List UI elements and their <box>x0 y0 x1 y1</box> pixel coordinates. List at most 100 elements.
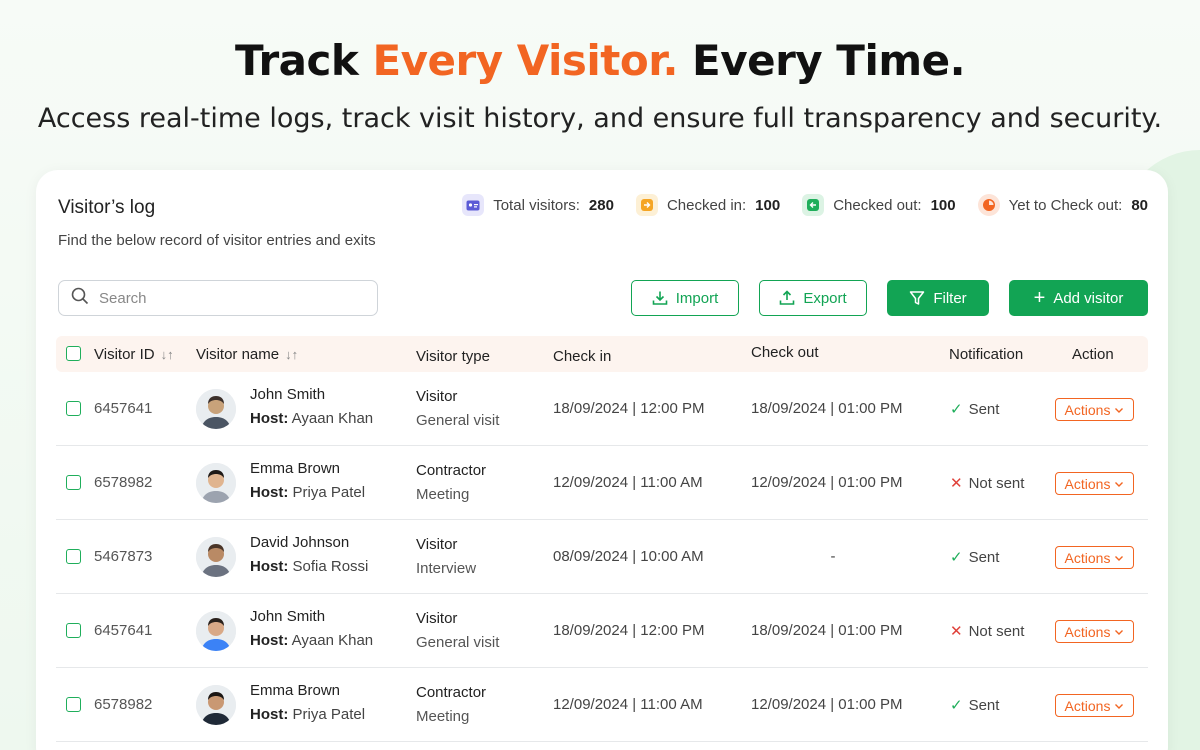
visitor-id: 6578982 <box>94 474 153 491</box>
check-out-time: 12/09/2024 | 01:00 PM <box>751 696 903 713</box>
id-card-icon <box>462 194 485 216</box>
check-out-time: 12/09/2024 | 01:00 PM <box>751 474 903 491</box>
chevron-down-icon <box>1115 407 1124 413</box>
check-out-time: 18/09/2024 | 01:00 PM <box>751 400 903 417</box>
add-visitor-button[interactable]: + Add visitor <box>1009 280 1148 316</box>
upload-icon <box>780 290 795 305</box>
filter-icon <box>910 291 925 305</box>
check-in-time: 18/09/2024 | 12:00 PM <box>553 400 705 417</box>
check-in-time: 08/09/2024 | 10:00 AM <box>553 548 704 565</box>
column-check-in: Check in <box>553 348 612 365</box>
search-input[interactable] <box>99 289 359 307</box>
plus-icon: + <box>1033 287 1046 309</box>
column-visitor-id[interactable]: Visitor ID ↓↑ <box>94 346 174 363</box>
import-button[interactable]: Import <box>631 280 739 316</box>
table-row: 6457641 John Smith Host: Ayaan Khan Visi… <box>56 594 1148 668</box>
stats-bar: Total visitors: 280 Checked in: 100 Checke… <box>462 194 1148 216</box>
check-out-time: 18/09/2024 | 01:00 PM <box>751 622 903 639</box>
check-icon: ✓ <box>950 401 963 418</box>
row-checkbox[interactable] <box>66 401 81 416</box>
chevron-down-icon <box>1115 481 1124 487</box>
check-icon: ✓ <box>950 549 963 566</box>
visit-purpose: Meeting <box>416 708 470 725</box>
notification-status: ✕ Not sent <box>950 474 1025 493</box>
avatar <box>196 537 236 577</box>
visitor-log-card: Visitor’s log Find the below record of v… <box>36 170 1168 750</box>
host-name: Host: Priya Patel <box>250 706 366 723</box>
visit-purpose: Interview <box>416 560 477 577</box>
check-in-time: 12/09/2024 | 11:00 AM <box>553 474 703 491</box>
check-out-icon <box>802 194 825 216</box>
visitor-name: David Johnson <box>250 534 350 551</box>
stat-total-visitors: Total visitors: 280 <box>462 194 614 216</box>
row-checkbox[interactable] <box>66 475 81 490</box>
search-icon <box>71 287 89 310</box>
search-box[interactable] <box>58 280 378 316</box>
chevron-down-icon <box>1115 555 1124 561</box>
table-row: 6578982 Emma Brown Host: Priya Patel Con… <box>56 446 1148 520</box>
card-subtitle: Find the below record of visitor entries… <box>58 232 376 249</box>
host-name: Host: Ayaan Khan <box>250 410 374 427</box>
host-name: Host: Sofia Rossi <box>250 558 369 575</box>
actions-dropdown[interactable]: Actions <box>1055 398 1134 421</box>
select-all-checkbox[interactable] <box>66 346 81 361</box>
pie-clock-icon <box>977 194 1000 216</box>
check-in-icon <box>635 194 658 216</box>
chevron-down-icon <box>1115 703 1124 709</box>
table-row: 6457641 John Smith Host: Ayaan Khan Visi… <box>56 372 1148 446</box>
check-in-time: 12/09/2024 | 11:00 AM <box>553 696 703 713</box>
notification-status: ✕ Not sent <box>950 622 1025 641</box>
visit-purpose: Meeting <box>416 486 470 503</box>
visitor-name: Emma Brown <box>250 682 341 699</box>
host-name: Host: Ayaan Khan <box>250 632 374 649</box>
visitor-id: 6457641 <box>94 400 153 417</box>
avatar <box>196 685 236 725</box>
actions-dropdown[interactable]: Actions <box>1055 694 1134 717</box>
host-name: Host: Priya Patel <box>250 484 366 501</box>
column-notification: Notification <box>949 346 1024 363</box>
chevron-down-icon <box>1115 629 1124 635</box>
row-checkbox[interactable] <box>66 623 81 638</box>
notification-status: ✓ Sent <box>950 696 1000 715</box>
visit-purpose: General visit <box>416 412 500 429</box>
visitor-type: Visitor <box>416 388 458 405</box>
visitor-id: 6578982 <box>94 696 153 713</box>
table-header: Visitor ID ↓↑ Visitor name ↓↑ Visitor type… <box>56 336 1148 372</box>
row-checkbox[interactable] <box>66 549 81 564</box>
avatar <box>196 463 236 503</box>
stat-checked-out: Checked out: 100 <box>802 194 956 216</box>
check-out-time: - <box>830 548 836 565</box>
sort-icon[interactable]: ↓↑ <box>285 347 298 362</box>
stat-checked-in: Checked in: 100 <box>635 194 780 216</box>
visit-purpose: General visit <box>416 634 500 651</box>
row-checkbox[interactable] <box>66 697 81 712</box>
download-icon <box>652 291 668 305</box>
hero-title: Track Every Visitor. Every Time. <box>234 36 966 85</box>
check-icon: ✓ <box>950 697 963 714</box>
actions-dropdown[interactable]: Actions <box>1055 472 1134 495</box>
avatar <box>196 389 236 429</box>
table-body: 6457641 John Smith Host: Ayaan Khan Visi… <box>56 372 1148 742</box>
cross-icon: ✕ <box>950 623 963 640</box>
column-action: Action <box>1072 346 1114 363</box>
column-check-out: Check out <box>751 344 819 361</box>
filter-button[interactable]: Filter <box>887 280 989 316</box>
sort-icon[interactable]: ↓↑ <box>161 347 174 362</box>
hero: Track Every Visitor. Every Time. Access … <box>0 36 1200 134</box>
visitor-type: Visitor <box>416 610 458 627</box>
column-visitor-type: Visitor type <box>416 348 490 365</box>
visitor-id: 6457641 <box>94 622 153 639</box>
table-row: 5467873 David Johnson Host: Sofia Rossi … <box>56 520 1148 594</box>
actions-dropdown[interactable]: Actions <box>1055 620 1134 643</box>
hero-title-accent: Every Visitor. <box>372 36 678 85</box>
actions-dropdown[interactable]: Actions <box>1055 546 1134 569</box>
avatar <box>196 611 236 651</box>
toolbar: Import Export Filter + Add visitor <box>631 280 1148 316</box>
export-button[interactable]: Export <box>759 280 867 316</box>
notification-status: ✓ Sent <box>950 548 1000 567</box>
visitor-type: Visitor <box>416 536 458 553</box>
column-visitor-name[interactable]: Visitor name ↓↑ <box>196 346 298 363</box>
check-in-time: 18/09/2024 | 12:00 PM <box>553 622 705 639</box>
visitor-name: John Smith <box>250 608 326 625</box>
visitor-type: Contractor <box>416 684 487 701</box>
